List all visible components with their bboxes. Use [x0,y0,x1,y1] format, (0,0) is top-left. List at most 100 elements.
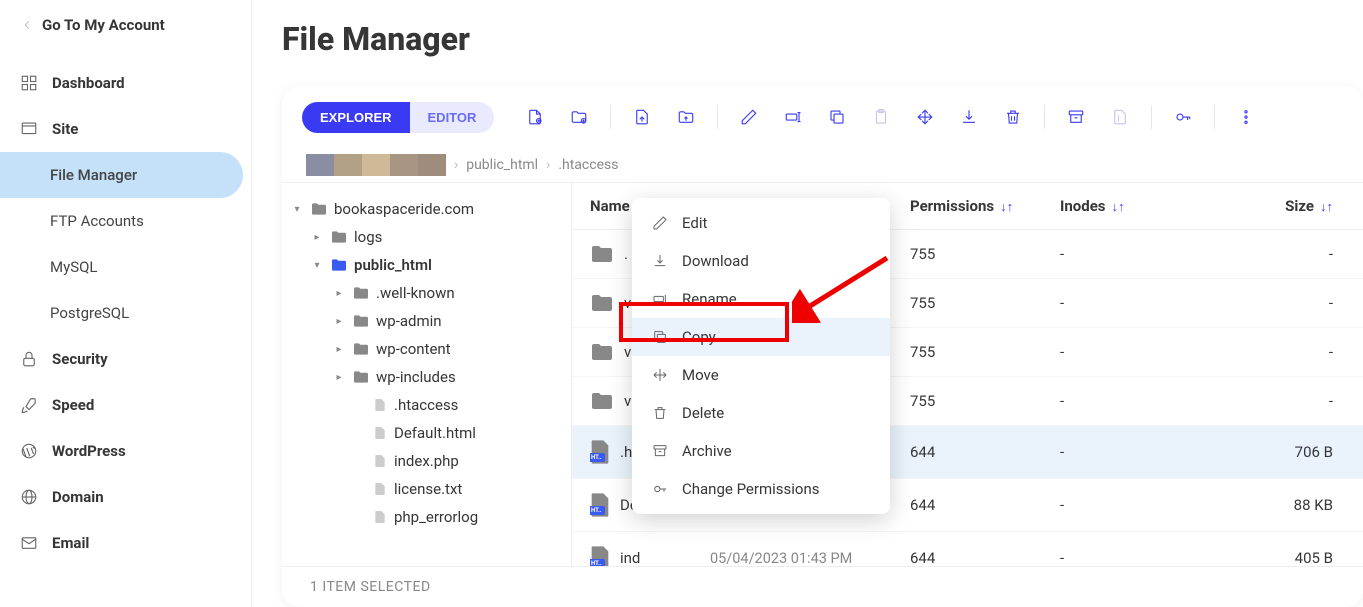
tree-node[interactable]: ▾bookaspaceride.com [290,195,563,223]
nav-wordpress[interactable]: WordPress [0,428,251,474]
file-inodes: - [1060,549,1210,566]
nav-mysql[interactable]: MySQL [0,244,251,290]
folder-icon [352,370,370,384]
tree-node[interactable]: license.txt [290,475,563,503]
file-icon: HT.. [590,546,610,566]
file-size: 88 KB [1210,496,1345,514]
file-icon [372,452,388,470]
tab-editor[interactable]: EDITOR [410,102,495,133]
delete-button[interactable] [994,100,1032,134]
tree-node[interactable]: php_errorlog [290,503,563,531]
nav-speed[interactable]: Speed [0,382,251,428]
tab-explorer[interactable]: EXPLORER [302,102,410,133]
file-inodes: - [1060,294,1210,312]
nav-security[interactable]: Security [0,336,251,382]
tree-node[interactable]: .htaccess [290,391,563,419]
sort-icon[interactable]: ↓↑ [1000,200,1013,215]
sort-icon[interactable]: ↓↑ [1112,200,1125,215]
ctx-download[interactable]: Download [632,242,890,280]
ctx-edit[interactable]: Edit [632,204,890,242]
tree-node[interactable]: Default.html [290,419,563,447]
archive-button[interactable] [1057,100,1095,134]
copy-button[interactable] [818,100,856,134]
nav-file-manager[interactable]: File Manager [0,152,243,198]
file-size: - [1210,343,1345,361]
col-inodes-header[interactable]: Inodes [1060,197,1106,215]
col-name-header[interactable]: Name [590,197,630,215]
tree-node[interactable]: ▸wp-content [290,335,563,363]
new-folder-button[interactable] [560,100,598,134]
tree-node[interactable]: ▸logs [290,223,563,251]
move-button[interactable] [906,100,944,134]
file-name: ind [620,549,640,566]
file-name: v [624,392,631,410]
sort-icon[interactable]: ↓↑ [1320,200,1333,215]
rename-button[interactable] [774,100,812,134]
nav-postgresql[interactable]: PostgreSQL [0,290,251,336]
file-name: v [624,343,631,361]
file-row[interactable]: HT..ind05/04/2023 01:43 PM644-405 B [572,532,1363,566]
col-size-header[interactable]: Size [1285,197,1314,215]
folder-icon [590,244,614,264]
file-perm: 644 [910,496,1060,514]
file-name: v [624,294,631,312]
ctx-archive[interactable]: Archive [632,432,890,470]
folder-tree: ▾bookaspaceride.com ▸logs ▾public_html ▸… [282,182,572,566]
tree-node[interactable]: ▸wp-includes [290,363,563,391]
col-perm-header[interactable]: Permissions [910,197,994,215]
file-icon: HT.. [590,493,610,517]
tree-node[interactable]: ▸.well-known [290,279,563,307]
folder-icon [330,258,348,272]
file-inodes: - [1060,496,1210,514]
ctx-copy[interactable]: Copy [632,318,890,356]
folder-icon [352,342,370,356]
ctx-move[interactable]: Move [632,356,890,394]
breadcrumb-root-blurred[interactable] [306,154,446,176]
paste-button[interactable] [862,100,900,134]
nav-email[interactable]: Email [0,520,251,566]
back-to-account[interactable]: Go To My Account [0,8,251,42]
folder-icon [590,293,614,313]
upload-folder-button[interactable] [667,100,705,134]
file-icon: HT.. [590,440,610,464]
lock-icon [20,350,38,368]
file-size: 405 B [1210,549,1345,566]
download-button[interactable] [950,100,988,134]
breadcrumb-segment[interactable]: .htaccess [558,157,618,173]
file-perm: 755 [910,245,1060,263]
file-icon [372,480,388,498]
chevron-right-icon: › [454,157,458,173]
tree-node[interactable]: ▾public_html [290,251,563,279]
tree-node[interactable]: index.php [290,447,563,475]
tree-node[interactable]: ▸wp-admin [290,307,563,335]
breadcrumb-segment[interactable]: public_html [466,157,538,173]
wordpress-icon [20,442,38,460]
nav-dashboard[interactable]: Dashboard [0,60,251,106]
ctx-delete[interactable]: Delete [632,394,890,432]
nav-domain[interactable]: Domain [0,474,251,520]
ctx-permissions[interactable]: Change Permissions [632,470,890,508]
folder-icon [590,342,614,362]
nav-ftp-accounts[interactable]: FTP Accounts [0,198,251,244]
rocket-icon [20,396,38,414]
chevron-right-icon: › [546,157,550,173]
file-inodes: - [1060,245,1210,263]
context-menu: Edit Download Rename Copy Move Delete Ar… [632,198,890,514]
permissions-button[interactable] [1164,100,1202,134]
file-size: - [1210,245,1345,263]
new-file-button[interactable] [516,100,554,134]
ctx-rename[interactable]: Rename [632,280,890,318]
file-manager-panel: EXPLORER EDITOR [282,86,1363,607]
upload-file-button[interactable] [623,100,661,134]
file-icon [372,396,388,414]
folder-icon [352,286,370,300]
site-icon [20,120,38,138]
kebab-menu[interactable] [1227,100,1265,134]
file-inodes: - [1060,443,1210,461]
breadcrumb: › public_html › .htaccess [282,148,1363,182]
edit-button[interactable] [730,100,768,134]
nav-site[interactable]: Site [0,106,251,152]
file-list: Name Permissions↓↑ Inodes↓↑ Size↓↑ .755-… [572,182,1363,566]
extract-button[interactable] [1101,100,1139,134]
mail-icon [20,534,38,552]
